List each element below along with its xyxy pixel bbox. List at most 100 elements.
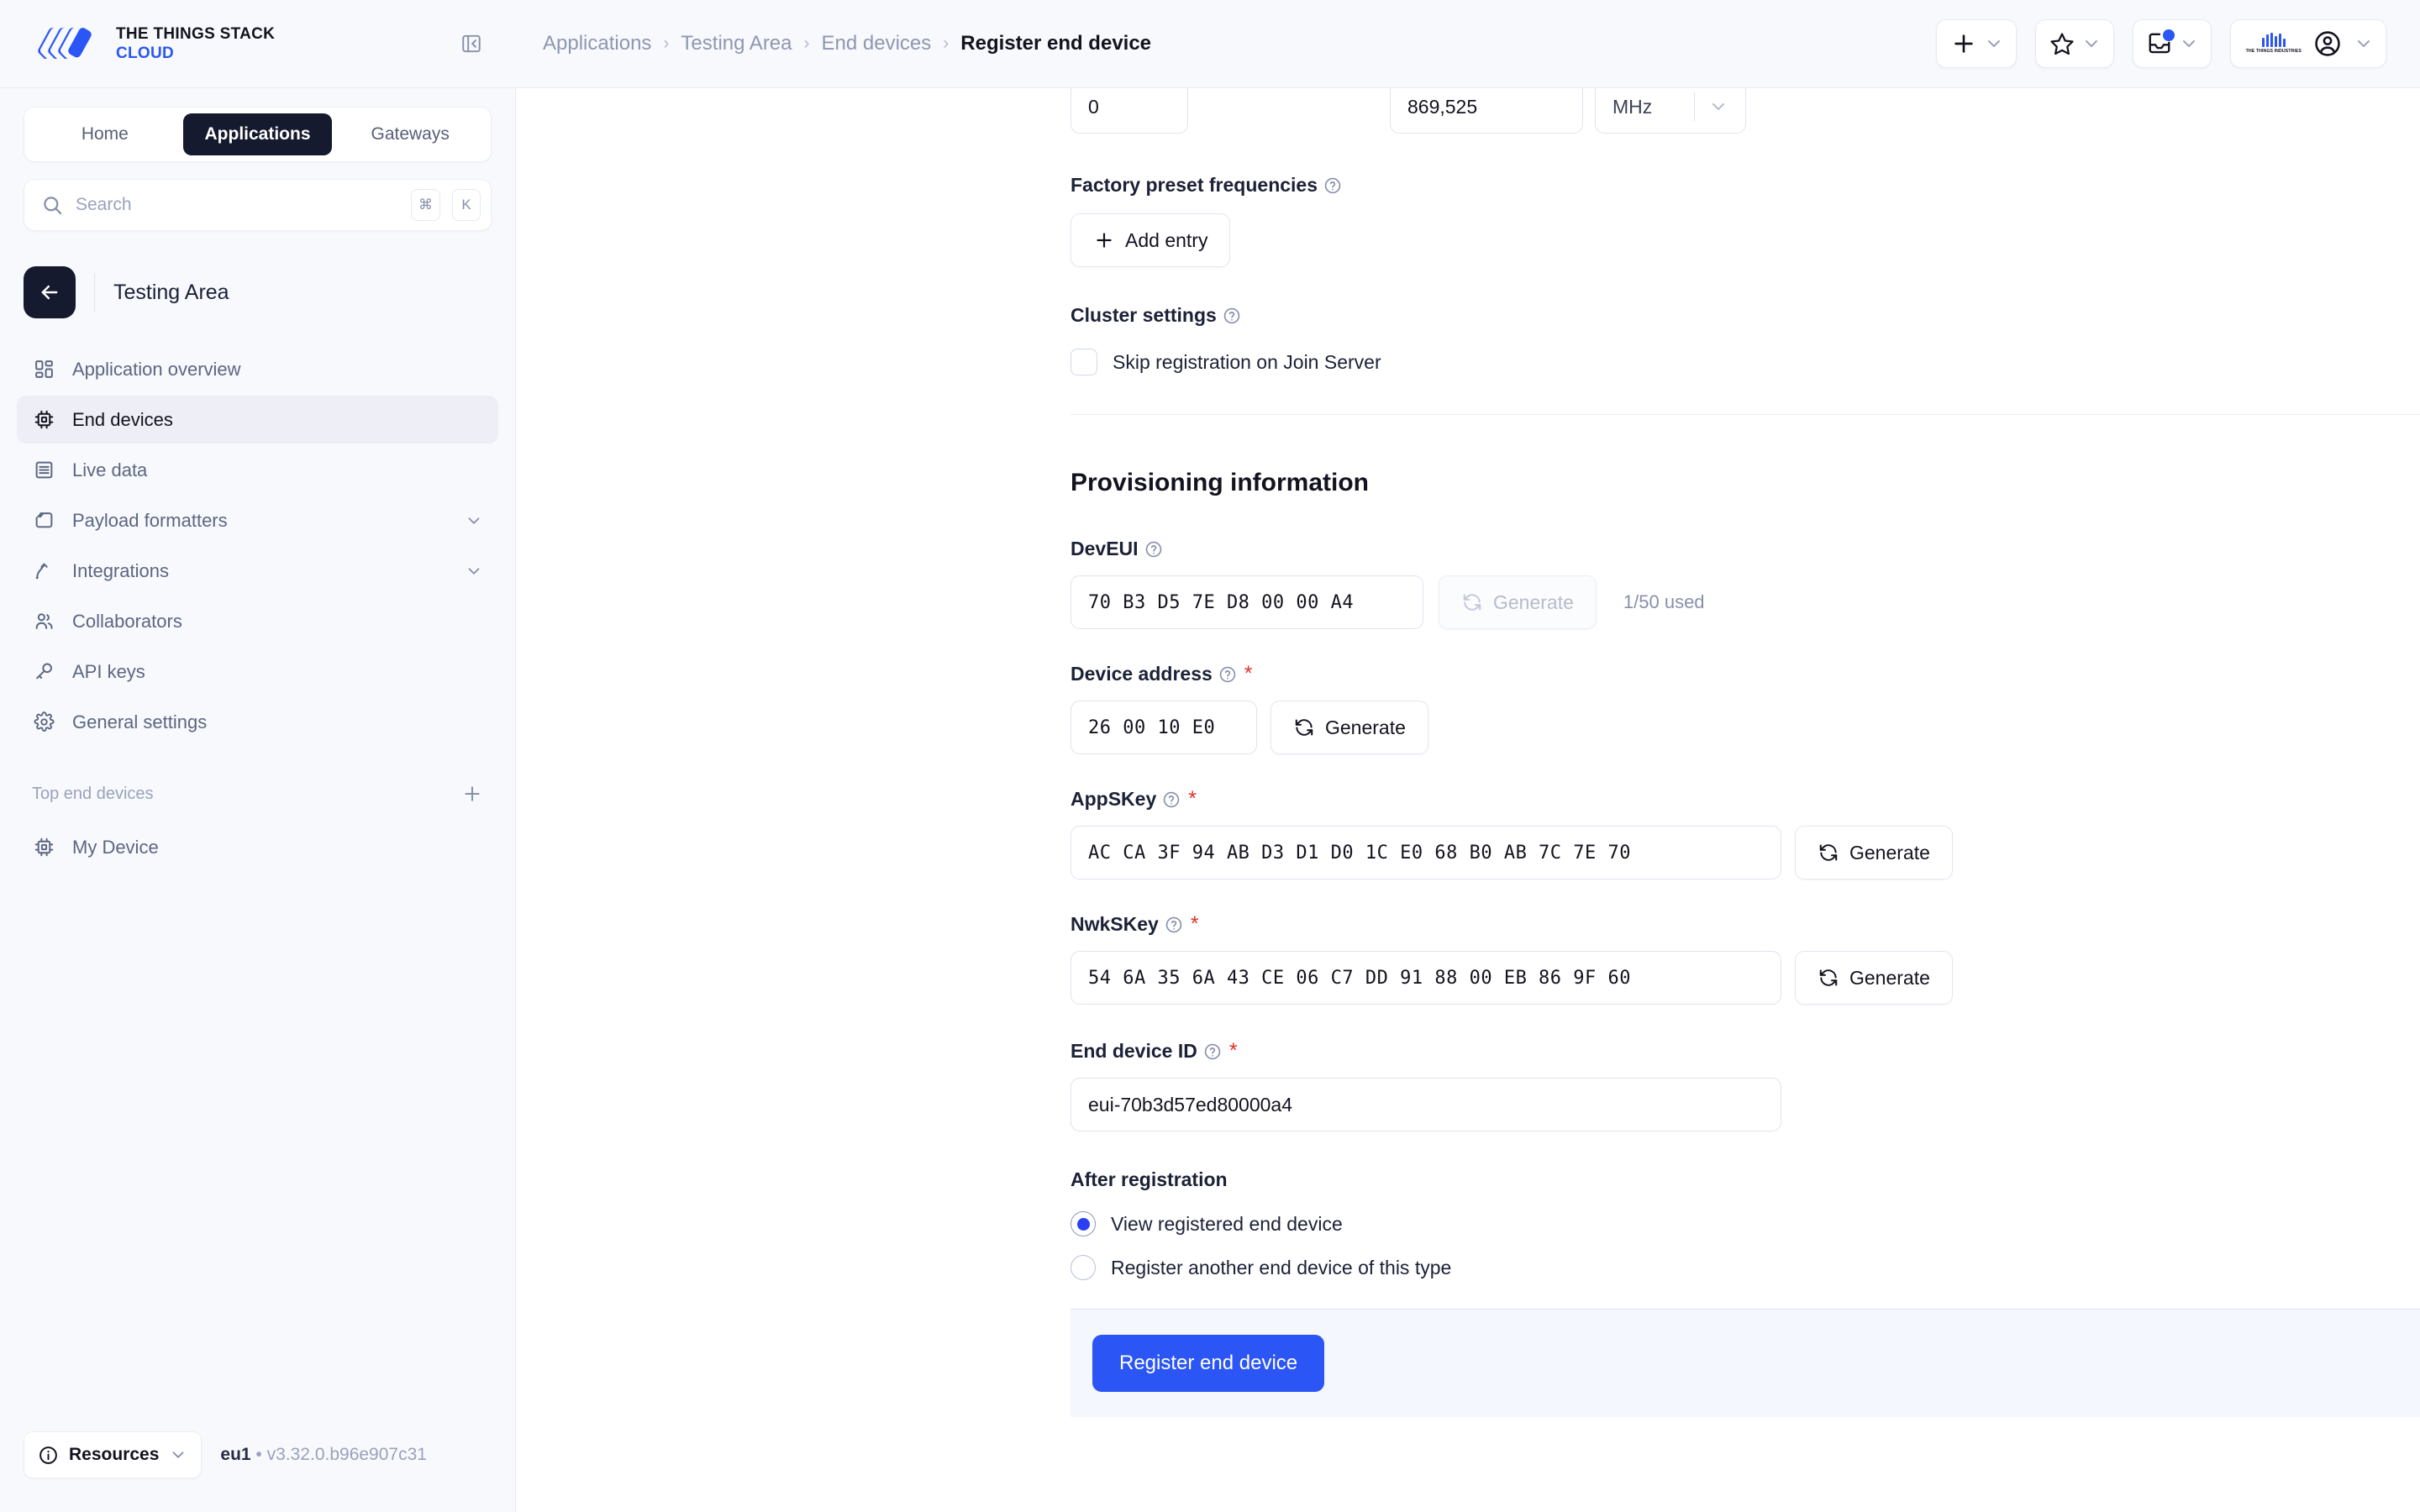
plus-icon (1950, 30, 1977, 57)
sidebar: Home Applications Gateways Search ⌘ K (0, 88, 516, 1512)
chevron-down-icon (465, 512, 483, 530)
plus-icon[interactable] (461, 783, 483, 805)
generate-label: Generate (1849, 967, 1930, 990)
nwkskey-generate-button[interactable]: Generate (1795, 951, 1953, 1005)
chevron-down-icon (2354, 34, 2374, 54)
factory-preset-label-row: Factory preset frequencies (1071, 174, 2420, 197)
application-name[interactable]: Testing Area (113, 281, 229, 305)
sidebar-item-integrations[interactable]: Integrations (17, 547, 498, 595)
breadcrumb-item-end-devices[interactable]: End devices (822, 32, 932, 55)
body-row: Home Applications Gateways Search ⌘ K (0, 88, 2420, 1512)
organization-name: THE THINGS INDUSTRIES (2246, 49, 2302, 55)
after-registration-option-register-another[interactable]: Register another end device of this type (1071, 1255, 2420, 1280)
end-device-id-input[interactable]: eui-70b3d57ed80000a4 (1071, 1078, 1781, 1131)
chevron-down-icon (465, 562, 483, 580)
refresh-icon (1461, 591, 1483, 613)
sidebar-item-application-overview[interactable]: Application overview (17, 345, 498, 393)
frequency-value-input[interactable]: 869,525 (1390, 88, 1583, 134)
breadcrumb-item-applications[interactable]: Applications (543, 32, 651, 55)
generate-label: Generate (1325, 717, 1406, 739)
appskey-generate-button[interactable]: Generate (1795, 826, 1953, 879)
version-separator: • (251, 1445, 267, 1464)
question-mark-icon[interactable] (1144, 540, 1163, 559)
divider (94, 273, 95, 312)
brand-subtitle: CLOUD (116, 45, 275, 62)
radio-view-registered[interactable] (1071, 1211, 1096, 1236)
breadcrumb-current-page: Register end device (960, 32, 1151, 55)
notifications-button[interactable] (2133, 19, 2212, 68)
search-kbd-cmd: ⌘ (411, 189, 440, 221)
cluster-settings-label: Cluster settings (1071, 304, 1217, 327)
things-stack-logo-icon (34, 24, 101, 64)
users-icon (32, 611, 55, 632)
sidebar-item-api-keys[interactable]: API keys (17, 648, 498, 696)
brand-title: THE THINGS STACK (116, 25, 275, 43)
sidebar-item-general-settings[interactable]: General settings (17, 698, 498, 746)
top-bar-main: Applications › Testing Area › End device… (516, 0, 2420, 87)
search-icon (41, 194, 64, 217)
frequency-index-input[interactable]: 0 (1071, 88, 1188, 134)
bookmarks-button[interactable] (2035, 19, 2114, 68)
top-end-device-item[interactable]: My Device (17, 823, 498, 871)
key-icon (32, 661, 55, 682)
code-icon (32, 510, 55, 531)
profile-button[interactable]: THE THINGS INDUSTRIES (2230, 19, 2386, 68)
tab-applications[interactable]: Applications (183, 113, 333, 155)
after-registration-label: After registration (1071, 1168, 2420, 1191)
chevron-down-icon (2081, 34, 2102, 54)
refresh-icon (1818, 842, 1839, 864)
chevron-down-icon (1984, 34, 2004, 54)
sidebar-item-end-devices[interactable]: End devices (17, 396, 498, 444)
end-device-id-label-row: End device ID * (1071, 1040, 2420, 1063)
appskey-input[interactable]: AC CA 3F 94 AB D3 D1 D0 1C E0 68 B0 AB 7… (1071, 826, 1781, 879)
question-mark-icon[interactable] (1218, 665, 1237, 684)
sidebar-item-live-data[interactable]: Live data (17, 446, 498, 494)
tab-gateways[interactable]: Gateways (335, 113, 485, 155)
main-content: 0 869,525 MHz Factory preset frequencies (516, 88, 2420, 1512)
skip-join-server-row[interactable]: Skip registration on Join Server (1071, 349, 2420, 375)
frequency-row: 0 869,525 MHz (1071, 88, 2420, 134)
device-address-generate-button[interactable]: Generate (1270, 701, 1428, 754)
resources-button[interactable]: Resources (24, 1431, 202, 1478)
question-mark-icon[interactable] (1203, 1042, 1222, 1061)
gear-icon (32, 711, 55, 732)
add-button[interactable] (1936, 19, 2017, 68)
sidebar-segmented-wrap: Home Applications Gateways (0, 88, 515, 162)
nwkskey-input[interactable]: 54 6A 35 6A 43 CE 06 C7 DD 91 88 00 EB 8… (1071, 951, 1781, 1005)
question-mark-icon[interactable] (1165, 916, 1183, 934)
skip-join-server-checkbox[interactable] (1071, 349, 1097, 375)
tab-home[interactable]: Home (30, 113, 180, 155)
question-mark-icon[interactable] (1323, 176, 1342, 195)
grid-icon (32, 359, 55, 380)
register-end-device-button[interactable]: Register end device (1092, 1335, 1324, 1392)
question-mark-icon[interactable] (1162, 790, 1181, 809)
breadcrumb-item-testing-area[interactable]: Testing Area (681, 32, 792, 55)
search-placeholder: Search (76, 195, 399, 215)
required-asterisk: * (1229, 1041, 1238, 1062)
frequency-unit-select[interactable]: MHz (1595, 88, 1746, 134)
top-end-devices-title: Top end devices (32, 785, 154, 804)
factory-preset-label: Factory preset frequencies (1071, 174, 1318, 197)
sidebar-collapse-icon[interactable] (459, 31, 484, 56)
device-address-input[interactable]: 26 00 10 E0 (1071, 701, 1257, 754)
sidebar-item-collaborators[interactable]: Collaborators (17, 597, 498, 645)
sidebar-item-payload-formatters[interactable]: Payload formatters (17, 496, 498, 544)
search-input[interactable]: Search ⌘ K (24, 179, 492, 231)
required-asterisk: * (1188, 789, 1197, 810)
radio-selected-dot (1077, 1218, 1090, 1231)
section-divider (1071, 414, 2420, 415)
deveui-generate-button[interactable]: Generate (1439, 575, 1597, 629)
brand-logo[interactable]: THE THINGS STACK CLOUD (34, 24, 275, 64)
question-mark-icon[interactable] (1223, 307, 1241, 325)
back-button[interactable] (24, 266, 76, 318)
breadcrumb-separator: › (943, 34, 949, 54)
after-registration-option-view[interactable]: View registered end device (1071, 1211, 2420, 1236)
skip-join-server-label: Skip registration on Join Server (1113, 351, 1381, 374)
deveui-input[interactable]: 70 B3 D5 7E D8 00 00 A4 (1071, 575, 1423, 629)
sidebar-item-label: Collaborators (72, 611, 483, 633)
form-footer: Register end device (1071, 1309, 2420, 1417)
sidebar-item-label: Integrations (72, 560, 448, 582)
sidebar-item-label: Payload formatters (72, 510, 448, 532)
add-entry-button[interactable]: Add entry (1071, 213, 1230, 267)
radio-register-another[interactable] (1071, 1255, 1096, 1280)
